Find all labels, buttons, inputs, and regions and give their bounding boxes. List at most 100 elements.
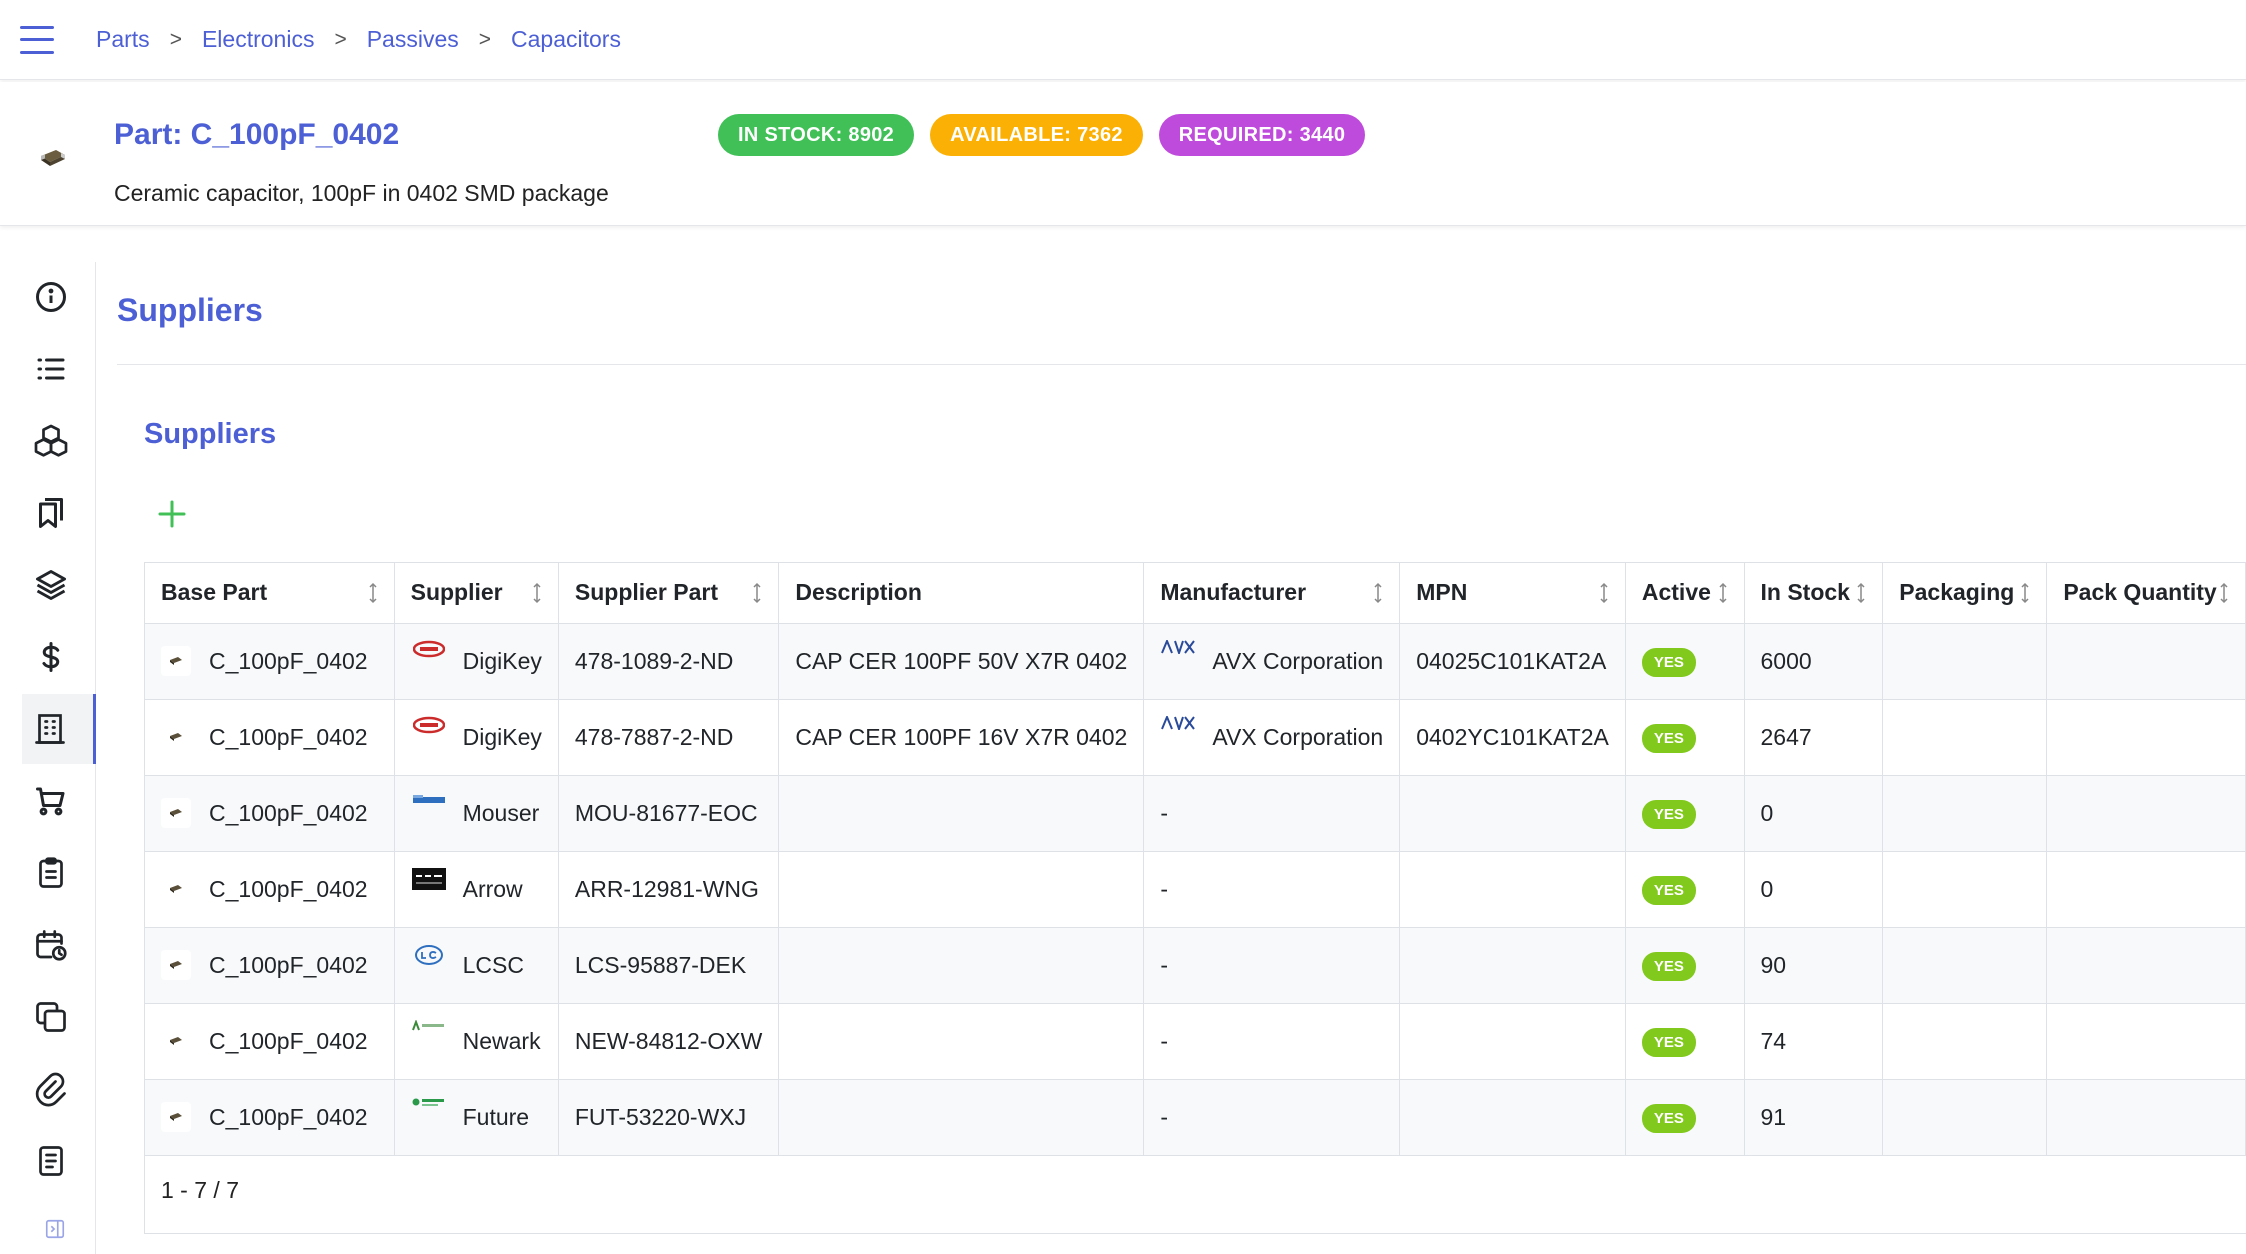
sidebar-item-bom[interactable] <box>22 478 96 548</box>
sidebar-item-notes[interactable] <box>22 1126 96 1196</box>
packaging-cell <box>1882 927 2048 1004</box>
base-part-link[interactable]: C_100pF_0402 <box>209 724 368 751</box>
active-badge: YES <box>1641 1103 1696 1133</box>
breadcrumb-item-passives[interactable]: Passives <box>367 26 459 53</box>
in-stock-cell: 6000 <box>1744 623 1884 700</box>
sidebar-item-details[interactable] <box>22 262 96 332</box>
digikey-logo-icon <box>411 640 447 668</box>
sort-icon[interactable] <box>750 581 764 605</box>
supplier-part-cell: LCS-95887-DEK <box>558 927 780 1004</box>
sort-icon[interactable] <box>1371 581 1385 605</box>
table-row[interactable]: C_100pF_0402 Arrow ARR-12981-WNG - YES 0 <box>145 851 2246 928</box>
sidebar-item-attachments[interactable] <box>22 1054 96 1124</box>
base-part-link[interactable]: C_100pF_0402 <box>209 1028 368 1055</box>
base-part-link[interactable]: C_100pF_0402 <box>209 876 368 903</box>
supplier-name[interactable]: DigiKey <box>463 724 542 751</box>
pack-quantity-cell <box>2046 927 2246 1004</box>
breadcrumb-item-capacitors[interactable]: Capacitors <box>511 26 621 53</box>
sidebar-item-variants[interactable] <box>22 550 96 620</box>
column-header-manufacturer[interactable]: Manufacturer <box>1143 563 1401 624</box>
supplier-name[interactable]: Arrow <box>463 876 523 903</box>
avx-logo-icon <box>1160 716 1196 744</box>
column-header-in-stock[interactable]: In Stock <box>1744 563 1884 624</box>
base-part-link[interactable]: C_100pF_0402 <box>209 800 368 827</box>
section-divider <box>117 364 2246 365</box>
base-part-link[interactable]: C_100pF_0402 <box>209 952 368 979</box>
sidebar-item-suppliers[interactable] <box>22 694 96 764</box>
mpn-cell: 0402YC101KAT2A <box>1399 699 1626 776</box>
table-row[interactable]: C_100pF_0402 DigiKey 478-1089-2-ND CAP C… <box>145 623 2246 700</box>
column-header-label: Active <box>1641 579 1711 606</box>
part-thumbnail-icon <box>161 646 191 676</box>
boxes-icon <box>34 424 68 457</box>
part-thumbnail[interactable] <box>38 146 68 168</box>
sort-icon[interactable] <box>1716 581 1730 605</box>
column-header-description[interactable]: Description <box>778 563 1145 624</box>
column-header-base-part[interactable]: Base Part <box>145 563 395 624</box>
packaging-cell <box>1882 699 2048 776</box>
sort-icon[interactable] <box>1854 581 1868 605</box>
breadcrumb-separator: > <box>169 27 182 51</box>
supplier-name[interactable]: LCSC <box>463 952 524 979</box>
table-row[interactable]: C_100pF_0402 Newark NEW-84812-OXW - YES … <box>145 1003 2246 1080</box>
sidebar-item-scheduling[interactable] <box>22 910 96 980</box>
sidebar-item-build-orders[interactable] <box>22 838 96 908</box>
supplier-name[interactable]: Mouser <box>463 800 540 827</box>
sidebar-item-purchase-orders[interactable] <box>22 766 96 836</box>
manufacturer-cell: - <box>1143 851 1401 928</box>
future-logo-icon <box>411 1096 447 1124</box>
mpn-cell: 04025C101KAT2A <box>1399 623 1626 700</box>
table-row[interactable]: C_100pF_0402 Future FUT-53220-WXJ - YES … <box>145 1079 2246 1156</box>
lcsc-logo-icon <box>411 944 447 972</box>
manufacturer-name[interactable]: AVX Corporation <box>1212 724 1383 751</box>
pack-quantity-cell <box>2046 1079 2246 1156</box>
sort-icon[interactable] <box>1597 581 1611 605</box>
table-row[interactable]: C_100pF_0402 Mouser MOU-81677-EOC - YES … <box>145 775 2246 852</box>
sort-icon[interactable] <box>2217 581 2231 605</box>
breadcrumb-item-electronics[interactable]: Electronics <box>202 26 314 53</box>
cart-icon <box>36 787 65 816</box>
column-header-pack-quantity[interactable]: Pack Quantity <box>2046 563 2246 624</box>
manufacturer-name[interactable]: AVX Corporation <box>1212 648 1383 675</box>
breadcrumb-bar: Parts > Electronics > Passives > Capacit… <box>0 0 2246 80</box>
supplier-part-cell: NEW-84812-OXW <box>558 1003 780 1080</box>
active-badge: YES <box>1641 723 1696 753</box>
sidebar-item-parameters[interactable] <box>22 334 96 404</box>
column-header-label: Base Part <box>161 579 268 606</box>
calendar-icon <box>36 930 67 961</box>
column-header-supplier[interactable]: Supplier <box>394 563 559 624</box>
add-supplier-part-button[interactable] <box>154 496 190 532</box>
active-badge: YES <box>1641 647 1696 677</box>
column-header-supplier-part[interactable]: Supplier Part <box>558 563 780 624</box>
column-header-active[interactable]: Active <box>1625 563 1745 624</box>
table-row[interactable]: C_100pF_0402 LCSC LCS-95887-DEK - YES 90 <box>145 927 2246 1004</box>
table-row[interactable]: C_100pF_0402 DigiKey 478-7887-2-ND CAP C… <box>145 699 2246 776</box>
sort-icon[interactable] <box>366 581 380 605</box>
supplier-name[interactable]: DigiKey <box>463 648 542 675</box>
sidebar-item-related-parts[interactable] <box>22 982 96 1052</box>
part-thumbnail-icon <box>161 1026 191 1056</box>
base-part-link[interactable]: C_100pF_0402 <box>209 1104 368 1131</box>
mpn-cell <box>1399 1079 1626 1156</box>
supplier-part-cell: ARR-12981-WNG <box>558 851 780 928</box>
bookmarks-icon <box>39 498 63 528</box>
column-header-packaging[interactable]: Packaging <box>1882 563 2048 624</box>
breadcrumb-item-parts[interactable]: Parts <box>96 26 150 53</box>
breadcrumb: Parts > Electronics > Passives > Capacit… <box>96 26 621 53</box>
sort-icon[interactable] <box>530 581 544 605</box>
pack-quantity-cell <box>2046 699 2246 776</box>
menu-icon[interactable] <box>20 25 54 54</box>
supplier-name[interactable]: Newark <box>463 1028 541 1055</box>
digikey-logo-icon <box>411 716 447 744</box>
column-header-label: Description <box>795 579 922 606</box>
column-header-mpn[interactable]: MPN <box>1399 563 1626 624</box>
sidebar-item-pricing[interactable] <box>22 622 96 692</box>
base-part-link[interactable]: C_100pF_0402 <box>209 648 368 675</box>
collapse-sidebar-icon[interactable] <box>44 1218 66 1240</box>
column-header-label: Supplier Part <box>574 579 719 606</box>
sidebar-item-stock[interactable] <box>22 406 96 476</box>
sort-icon[interactable] <box>2018 581 2032 605</box>
newark-logo-icon <box>411 1020 447 1048</box>
column-header-label: Packaging <box>1899 579 2015 606</box>
supplier-name[interactable]: Future <box>463 1104 529 1131</box>
